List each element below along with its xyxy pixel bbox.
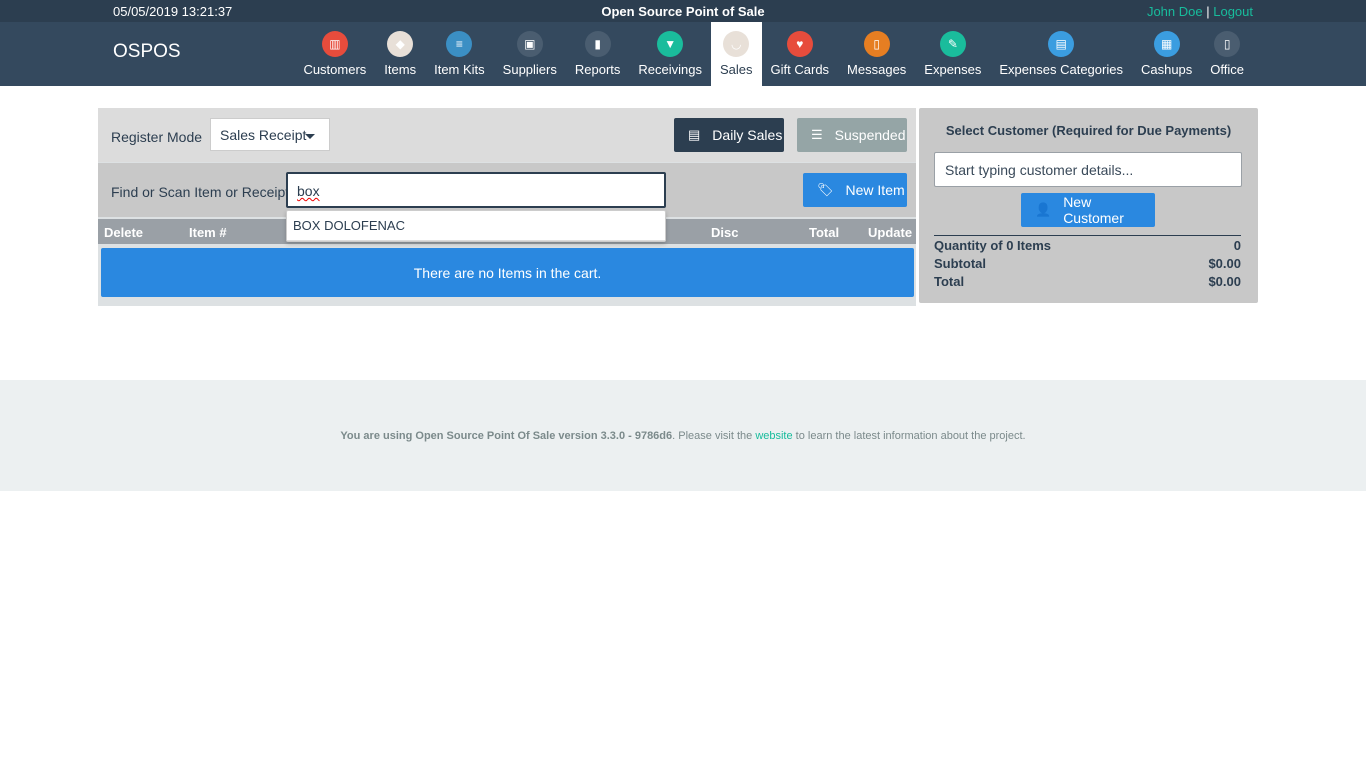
col-disc: Disc: [711, 225, 739, 240]
nav-item-expenses-categories[interactable]: ▤ Expenses Categories: [990, 22, 1132, 86]
user-name-link[interactable]: John Doe: [1147, 4, 1203, 19]
receivings-icon: ▼: [657, 31, 684, 57]
brand-logo[interactable]: OSPOS: [113, 41, 181, 63]
office-icon: ▯: [1214, 31, 1241, 57]
items-icon: ◆: [387, 31, 414, 57]
nav-item-expenses[interactable]: ✎ Expenses: [915, 22, 990, 86]
item-search-value: box: [297, 183, 320, 199]
footer-version: You are using Open Source Point Of Sale …: [340, 430, 673, 442]
website-link[interactable]: website: [755, 430, 792, 442]
footer-suffix: to learn the latest information about th…: [792, 430, 1026, 442]
customer-search-input[interactable]: Start typing customer details...: [934, 152, 1242, 187]
col-delete: Delete: [104, 225, 144, 240]
nav-item-gift-cards[interactable]: ♥ Gift Cards: [762, 22, 839, 86]
footer: You are using Open Source Point Of Sale …: [0, 380, 1366, 491]
register-mode-value: Sales Receipt: [220, 127, 307, 143]
nav-item-label: Cashups: [1140, 62, 1193, 77]
item-kits-icon: ≡: [446, 31, 473, 57]
suspended-button[interactable]: ☰ Suspended: [797, 118, 907, 152]
item-search-input[interactable]: box: [286, 172, 666, 208]
customers-icon: ▥: [321, 31, 348, 57]
totals-row-total: Total $0.00: [934, 272, 1241, 290]
nav-item-office[interactable]: ▯ Office: [1201, 22, 1253, 86]
nav-item-label: Item Kits: [434, 62, 485, 77]
nav-item-label: Suppliers: [502, 62, 557, 77]
footer-middle: . Please visit the: [672, 430, 756, 442]
logout-link[interactable]: Logout: [1213, 4, 1253, 19]
autocomplete-dropdown: BOX DOLOFENAC: [286, 210, 666, 242]
total-label: Total: [934, 274, 965, 289]
list-icon: ▤: [688, 127, 701, 142]
navbar: OSPOS ▥ Customers ◆ Items ≡ Item Kits ▣ Supplie…: [0, 22, 1366, 86]
daily-sales-button[interactable]: ▤ Daily Sales: [674, 118, 784, 152]
subtotal-value: $0.00: [1208, 256, 1241, 271]
nav-item-label: Sales: [720, 62, 753, 77]
register-mode-select[interactable]: Sales Receipt: [210, 118, 330, 151]
nav-item-label: Receivings: [638, 62, 702, 77]
subtotal-label: Subtotal: [934, 256, 986, 271]
customer-panel: Select Customer (Required for Due Paymen…: [919, 108, 1258, 303]
item-search-row: Find or Scan Item or Receipt box 🏷 New I…: [98, 163, 916, 217]
nav-item-label: Expenses Categories: [999, 62, 1123, 77]
new-customer-button[interactable]: 👤 New Customer: [1021, 193, 1155, 227]
register-mode-row: Register Mode Sales Receipt ▤ Daily Sale…: [98, 108, 916, 162]
col-update: Update: [868, 225, 913, 240]
cart-totals: Quantity of 0 Items 0 Subtotal $0.00 Tot…: [934, 235, 1241, 290]
col-item-number: Item #: [189, 225, 227, 240]
expenses-icon: ✎: [939, 31, 966, 57]
sales-icon: ◡: [723, 31, 750, 57]
nav-item-label: Office: [1210, 62, 1244, 77]
nav-item-label: Messages: [847, 62, 907, 77]
gift-cards-icon: ♥: [786, 31, 813, 57]
new-item-button[interactable]: 🏷 New Item: [803, 173, 907, 207]
new-customer-label: New Customer: [1063, 194, 1124, 226]
menu-list-icon: ☰: [811, 127, 823, 142]
nav-item-receivings[interactable]: ▼ Receivings: [629, 22, 711, 86]
register-panel: Register Mode Sales Receipt ▤ Daily Sale…: [98, 108, 916, 306]
expenses-categories-icon: ▤: [1048, 31, 1075, 57]
user-menu: John Doe | Logout: [1147, 4, 1253, 19]
empty-cart-message: There are no Items in the cart.: [101, 248, 914, 297]
col-total: Total: [809, 225, 840, 240]
messages-icon: ▯: [863, 31, 890, 57]
nav-item-sales[interactable]: ◡ Sales: [711, 22, 762, 86]
autocomplete-option[interactable]: BOX DOLOFENAC: [287, 211, 665, 241]
quantity-value: 0: [1233, 238, 1241, 253]
nav-item-messages[interactable]: ▯ Messages: [838, 22, 915, 86]
register-mode-label: Register Mode: [111, 129, 203, 145]
nav-menu: ▥ Customers ◆ Items ≡ Item Kits ▣ Suppliers ▮ Rep…: [294, 22, 1253, 86]
total-value: $0.00: [1208, 274, 1241, 289]
nav-item-reports[interactable]: ▮ Reports: [566, 22, 630, 86]
footer-text: You are using Open Source Point Of Sale …: [0, 430, 1366, 442]
find-item-label: Find or Scan Item or Receipt: [111, 184, 290, 200]
select-customer-title: Select Customer (Required for Due Paymen…: [945, 123, 1232, 138]
nav-item-items[interactable]: ◆ Items: [375, 22, 425, 86]
user-separator: |: [1206, 4, 1210, 19]
nav-item-label: Expenses: [924, 62, 982, 77]
new-item-label: New Item: [845, 182, 905, 198]
suspended-label: Suspended: [834, 127, 906, 143]
daily-sales-label: Daily Sales: [712, 127, 783, 143]
quantity-label: Quantity of 0 Items: [934, 238, 1052, 253]
nav-item-customers[interactable]: ▥ Customers: [294, 22, 375, 86]
nav-item-label: Gift Cards: [770, 62, 830, 77]
nav-item-label: Reports: [574, 62, 621, 77]
nav-item-suppliers[interactable]: ▣ Suppliers: [494, 22, 566, 86]
reports-icon: ▮: [584, 31, 611, 57]
top-bar: 05/05/2019 13:21:37 Open Source Point of…: [0, 0, 1366, 22]
nav-item-label: Items: [384, 62, 417, 77]
cashups-icon: ▦: [1153, 31, 1180, 57]
caret-down-icon: [305, 134, 315, 139]
totals-row-subtotal: Subtotal $0.00: [934, 254, 1241, 272]
totals-row-quantity: Quantity of 0 Items 0: [934, 236, 1241, 254]
nav-item-cashups[interactable]: ▦ Cashups: [1132, 22, 1201, 86]
suppliers-icon: ▣: [516, 31, 543, 57]
user-icon: 👤: [1035, 202, 1052, 217]
nav-item-label: Customers: [303, 62, 367, 77]
tag-icon: 🏷: [817, 182, 834, 197]
nav-item-item-kits[interactable]: ≡ Item Kits: [425, 22, 494, 86]
